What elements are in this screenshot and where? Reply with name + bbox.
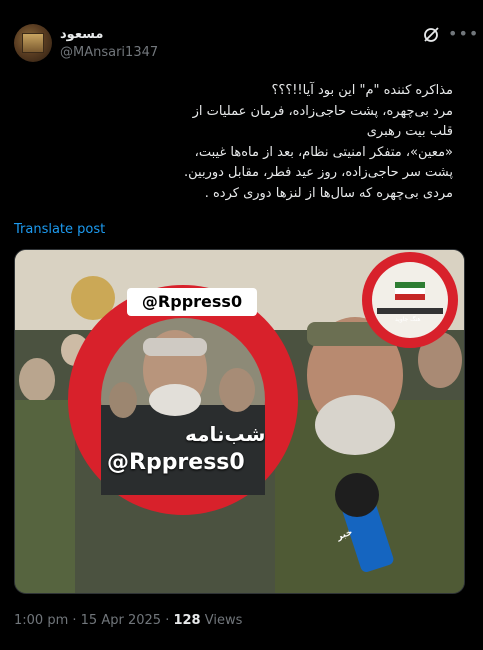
post-line: مرد بی‌چهره، پشت حاجی‌زاده، فرمان عملیات… xyxy=(192,103,453,119)
post-line: قلب بیت رهبری xyxy=(366,124,453,139)
post-time[interactable]: 1:00 pm xyxy=(14,613,68,628)
watermark-persian: شب‌نامه xyxy=(185,422,266,446)
views-count: 128 xyxy=(173,613,201,628)
post-line: «معین»، متفکر امنیتی نظام، بعد از ماه‌ها… xyxy=(194,144,453,160)
meta-separator: · xyxy=(72,613,81,628)
avatar[interactable] xyxy=(14,24,52,62)
post-line: پشت سر حاجی‌زاده، روز عید فطر، مقابل دور… xyxy=(184,165,453,180)
author-display-name[interactable]: مسعود xyxy=(60,27,103,42)
avatar-image xyxy=(22,33,44,53)
more-icon[interactable]: ••• xyxy=(448,24,478,44)
post-meta: 1:00 pm · 15 Apr 2025 · 128 Views xyxy=(14,613,242,628)
watermark-handle: @Rppress0 xyxy=(107,450,245,475)
watermark-top: @Rppress0 xyxy=(127,288,257,316)
post-text: مذاکره کننده "م" این بود آیا!!؟؟؟ مرد بی… xyxy=(33,81,453,204)
post-line: مذاکره کننده "م" این بود آیا!!؟؟؟ xyxy=(271,83,453,98)
author-handle[interactable]: @MAnsari1347 xyxy=(60,45,158,60)
translate-post-link[interactable]: Translate post xyxy=(14,222,105,237)
post-header: مسعود @MAnsari1347 ••• xyxy=(14,24,478,68)
badge-caption: هنگ جاوید xyxy=(395,316,421,323)
post-media-image[interactable]: @Rppress0 شب‌نامه @Rppress0 هنگ جاوید خب… xyxy=(14,249,465,594)
post-date[interactable]: 15 Apr 2025 xyxy=(81,613,161,628)
views-label: Views xyxy=(204,613,243,628)
post-line: مردی بی‌چهره که سال‌ها از لنزها دوری کرد… xyxy=(204,185,453,201)
grok-icon[interactable] xyxy=(422,26,440,44)
